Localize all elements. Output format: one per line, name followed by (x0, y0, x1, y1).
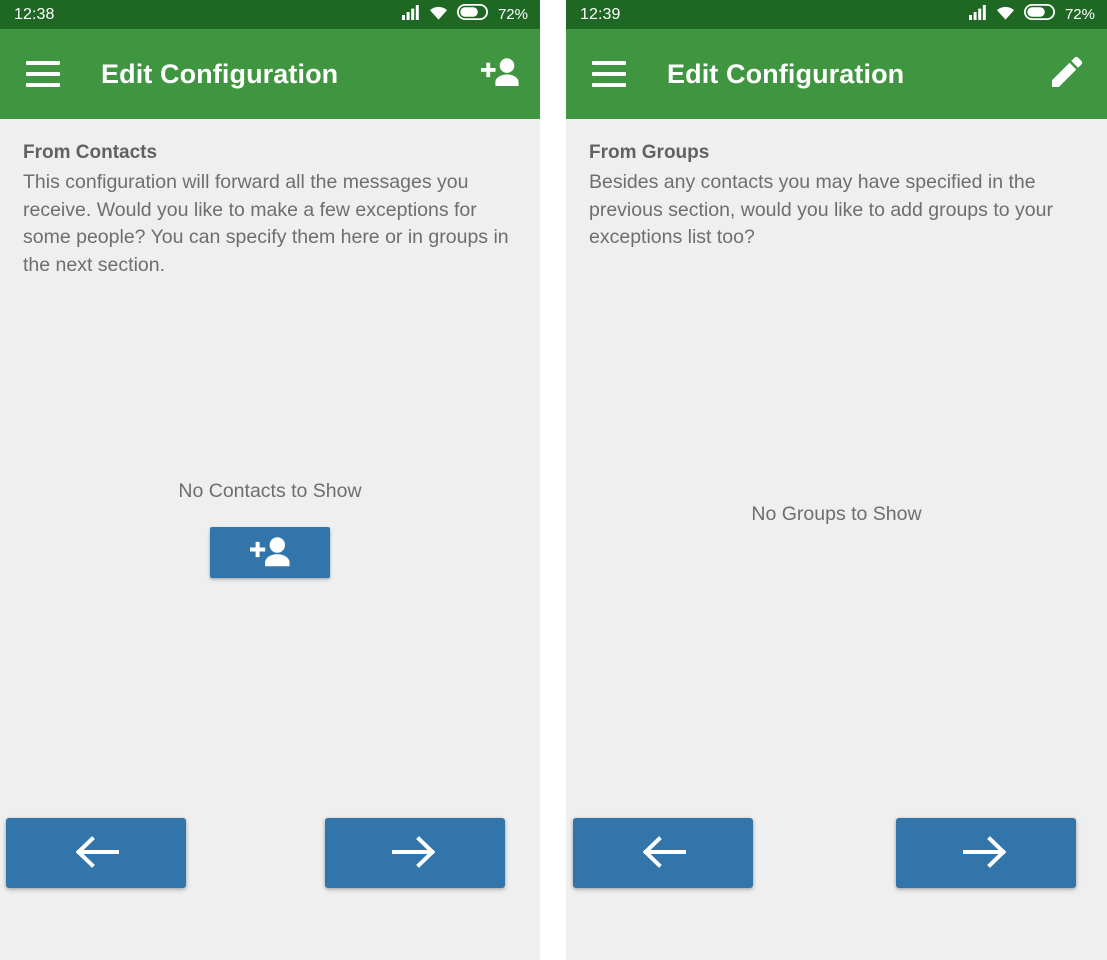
hamburger-menu-icon[interactable] (26, 61, 60, 87)
battery-icon (456, 3, 488, 25)
add-contact-button[interactable] (210, 527, 330, 578)
empty-state: No Groups to Show (566, 502, 1107, 526)
wifi-icon (429, 5, 448, 25)
section-description: This configuration will forward all the … (23, 171, 509, 276)
from-contacts-screen: 12:38 72% Edit Configuration From Contac… (0, 0, 540, 960)
status-time: 12:38 (14, 5, 55, 23)
section-title: From Groups (589, 142, 710, 163)
signal-bars-icon (401, 4, 420, 25)
screen-divider (540, 0, 566, 960)
section-title: From Contacts (23, 142, 158, 163)
page-title: Edit Configuration (667, 58, 905, 89)
content-area: From Groups Besides any contacts you may… (566, 119, 1107, 960)
edit-button[interactable] (1045, 52, 1089, 96)
status-time: 12:39 (580, 5, 621, 23)
signal-bars-icon (968, 4, 987, 25)
from-groups-screen: 12:39 72% Edit Configuration From Groups… (566, 0, 1107, 960)
previous-step-button[interactable] (573, 818, 753, 888)
next-step-button[interactable] (896, 818, 1076, 888)
empty-state-label: No Contacts to Show (178, 480, 362, 502)
navigation-row (566, 818, 1107, 888)
arrow-right-icon (963, 832, 1009, 875)
arrow-right-icon (392, 832, 438, 875)
battery-percent-label: 72% (1064, 6, 1095, 23)
navigation-row (0, 818, 540, 888)
arrow-left-icon (640, 832, 686, 875)
empty-state-label: No Groups to Show (751, 503, 922, 525)
page-title: Edit Configuration (101, 58, 339, 89)
status-icon-group: 72% (401, 3, 528, 25)
status-icon-group: 72% (968, 3, 1095, 25)
app-bar: Edit Configuration (566, 29, 1107, 119)
arrow-left-icon (73, 832, 119, 875)
battery-percent-label: 72% (497, 6, 528, 23)
next-step-button[interactable] (325, 818, 505, 888)
add-person-button[interactable] (478, 52, 522, 96)
app-bar: Edit Configuration (0, 29, 540, 119)
status-bar: 12:38 72% (0, 0, 540, 29)
hamburger-menu-icon[interactable] (592, 61, 626, 87)
add-person-icon (250, 536, 290, 570)
content-area: From Contacts This configuration will fo… (0, 119, 540, 960)
edit-pencil-icon (1050, 55, 1084, 94)
empty-state: No Contacts to Show (0, 479, 540, 578)
status-bar: 12:39 72% (566, 0, 1107, 29)
wifi-icon (996, 5, 1015, 25)
previous-step-button[interactable] (6, 818, 186, 888)
dual-screenshot-container: 12:38 72% Edit Configuration From Contac… (0, 0, 1107, 960)
section-description: Besides any contacts you may have specif… (589, 171, 1053, 248)
battery-icon (1023, 3, 1055, 25)
add-person-icon (481, 57, 519, 92)
